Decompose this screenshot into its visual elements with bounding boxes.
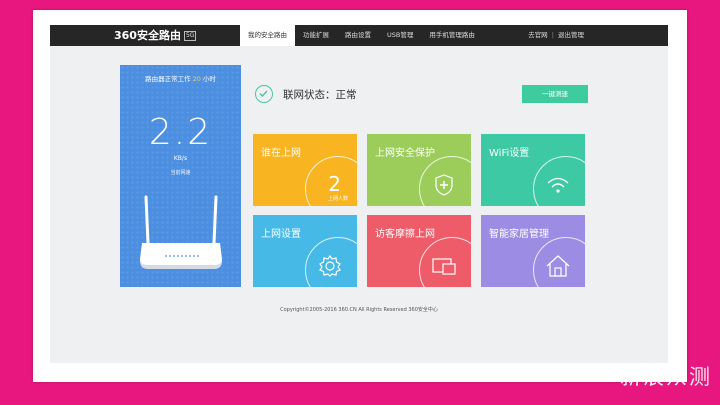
tile-guest-access-label: 访客摩擦上网 xyxy=(375,229,435,240)
online-users-count: 2 xyxy=(328,172,341,196)
nav-mobile-management[interactable]: 用手机管理路由 xyxy=(421,25,483,46)
network-status-row: 联网状态：正常 一键测速 xyxy=(255,84,588,108)
uptime-text: 路由器正常工作 20 小时 xyxy=(120,73,241,83)
tile-internet-settings-label: 上网设置 xyxy=(261,229,301,240)
tile-wifi-settings[interactable]: WiFi设置 xyxy=(481,134,585,206)
gear-icon xyxy=(319,254,341,277)
brand-5g-badge: 5G xyxy=(183,30,197,41)
network-status-text: 联网状态：正常 xyxy=(283,89,357,101)
brand-name: 360安全路由 xyxy=(114,29,181,42)
router-status-panel: 路由器正常工作 20 小时 2.2 KB/s 当前网速 xyxy=(120,65,241,287)
speed-caption: 当前网速 xyxy=(170,170,191,176)
tile-internet-security[interactable]: 上网安全保护 xyxy=(367,134,471,206)
monitor-icon xyxy=(432,258,456,275)
link-separator: | xyxy=(551,31,554,39)
shield-plus-icon xyxy=(435,174,453,196)
check-circle-icon xyxy=(255,85,273,103)
watermark-logo: 新浪众测 xyxy=(620,365,712,389)
uptime-suffix: 小时 xyxy=(202,75,216,83)
nav-extensions[interactable]: 功能扩展 xyxy=(295,25,337,46)
feature-tiles-grid: 谁在上网 2 上网人数 上网安全保护 WiFi设置 上网设置 访客摩擦上网 智能… xyxy=(253,134,586,287)
top-navigation-bar: 360安全路由 5G 我的安全路由 功能扩展 路由设置 USB管理 用手机管理路… xyxy=(50,25,668,46)
copyright-footer: Copyright©2005-2016 360.CN All Rights Re… xyxy=(280,307,438,313)
router-illustration xyxy=(140,195,222,269)
top-right-links: 去官网 | 退出管理 xyxy=(528,25,584,46)
brand-logo: 360安全路由 5G xyxy=(114,28,197,43)
main-nav: 我的安全路由 功能扩展 路由设置 USB管理 用手机管理路由 xyxy=(240,25,483,46)
uptime-hours: 20 xyxy=(192,75,201,83)
wifi-icon xyxy=(547,177,569,193)
nav-usb-management[interactable]: USB管理 xyxy=(379,25,421,46)
tile-smart-home[interactable]: 智能家居管理 xyxy=(481,215,585,287)
speed-test-button[interactable]: 一键测速 xyxy=(522,85,588,103)
tile-wifi-settings-label: WiFi设置 xyxy=(489,148,530,159)
tile-who-is-online-label: 谁在上网 xyxy=(261,148,301,159)
router-admin-window: 360安全路由 5G 我的安全路由 功能扩展 路由设置 USB管理 用手机管理路… xyxy=(50,25,668,363)
tile-who-is-online[interactable]: 谁在上网 2 上网人数 xyxy=(253,134,357,206)
nav-my-router[interactable]: 我的安全路由 xyxy=(240,25,295,46)
tile-internet-security-label: 上网安全保护 xyxy=(375,148,435,159)
current-speed-value: 2.2 xyxy=(148,112,213,153)
tile-internet-settings[interactable]: 上网设置 xyxy=(253,215,357,287)
logout-link[interactable]: 退出管理 xyxy=(558,31,584,39)
nav-router-settings[interactable]: 路由设置 xyxy=(337,25,379,46)
tile-smart-home-label: 智能家居管理 xyxy=(489,229,549,240)
online-users-caption: 上网人数 xyxy=(327,196,348,202)
official-site-link[interactable]: 去官网 xyxy=(528,31,548,39)
house-icon xyxy=(546,255,570,277)
uptime-prefix: 路由器正常工作 xyxy=(145,75,191,83)
tile-guest-access[interactable]: 访客摩擦上网 xyxy=(367,215,471,287)
speed-unit: KB/s xyxy=(173,155,188,162)
